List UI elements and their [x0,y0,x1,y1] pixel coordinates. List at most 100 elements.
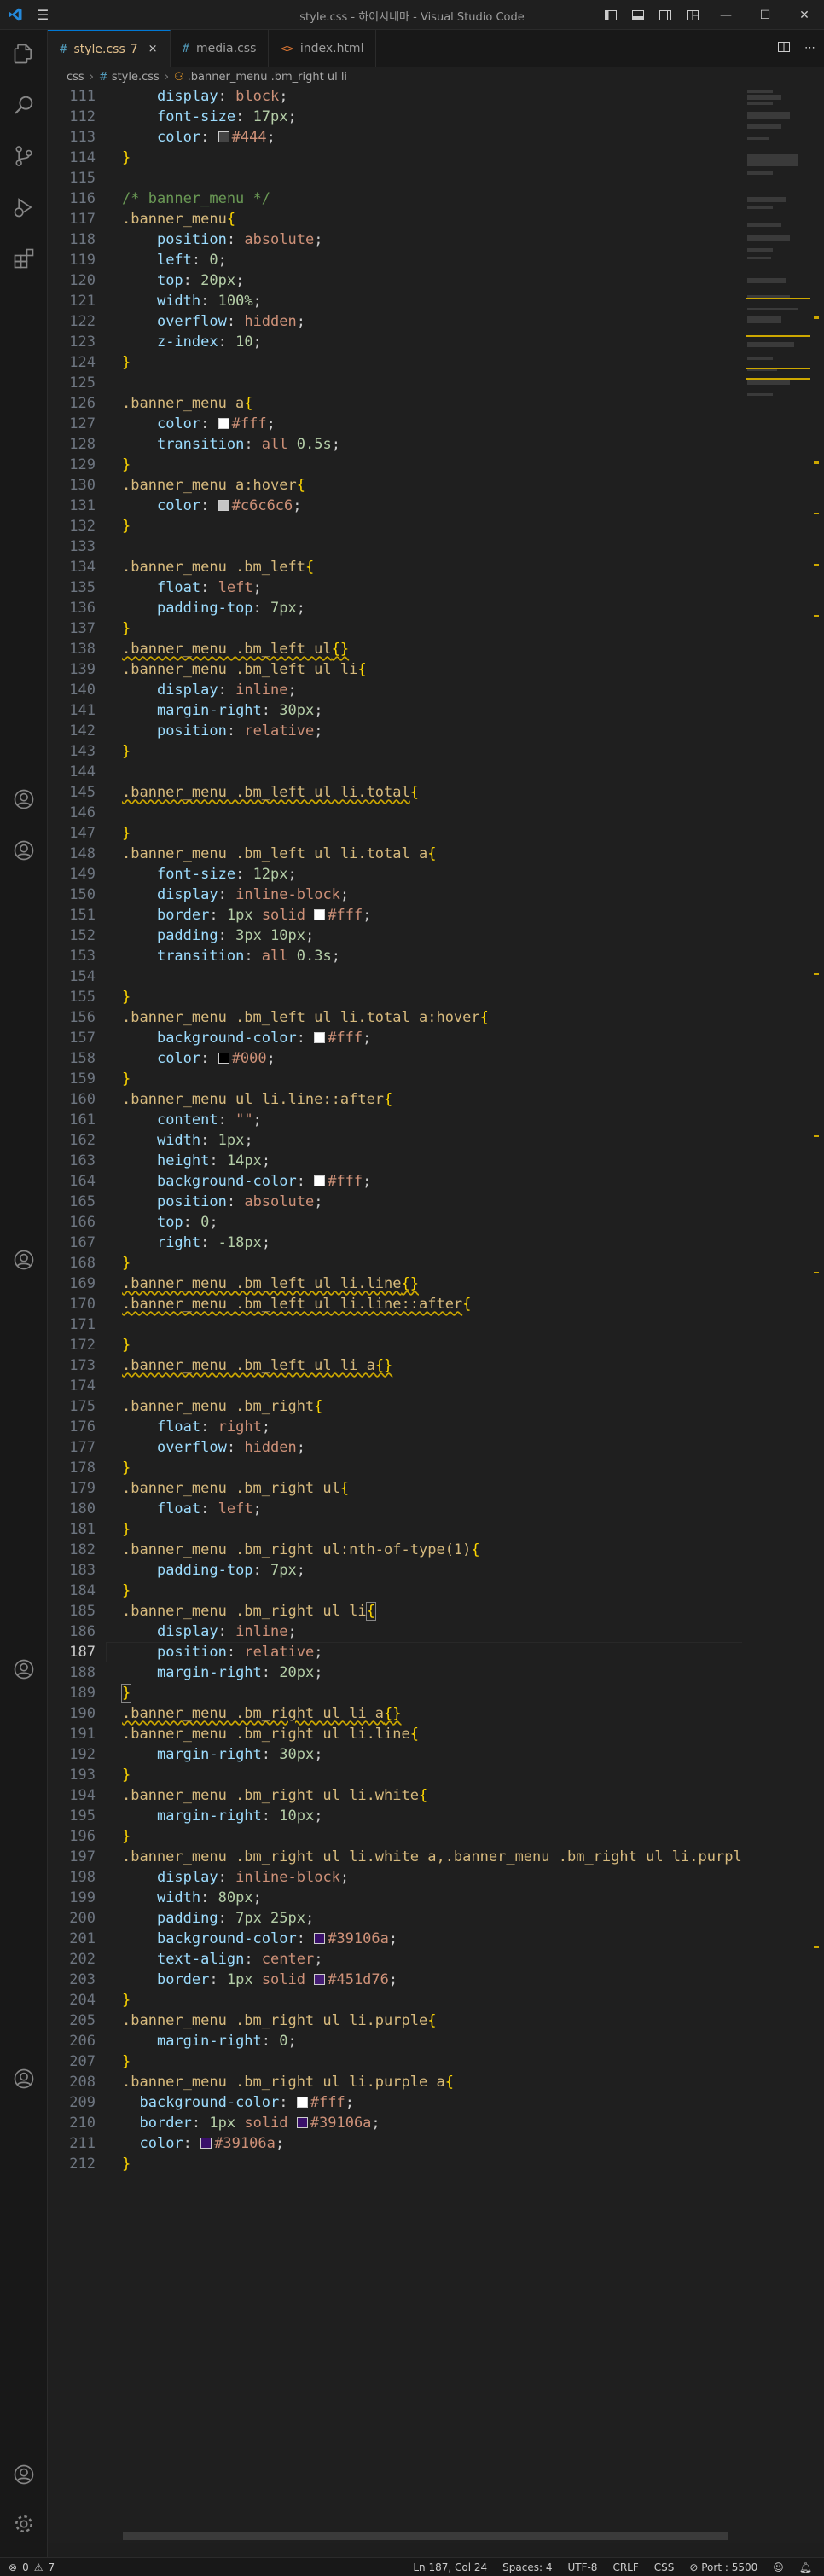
line-code[interactable]: .banner_menu .bm_right ul li.purple{ [122,2010,436,2031]
line-code[interactable]: overflow: hidden; [122,1437,305,1458]
code-line[interactable]: 204} [48,1990,781,2010]
line-code[interactable]: display: inline; [122,1622,297,1642]
code-line[interactable]: 157 background-color: #fff; [48,1028,781,1048]
line-code[interactable]: content: ""; [122,1110,262,1130]
code-line[interactable]: 195 margin-right: 10px; [48,1806,781,1826]
code-line[interactable]: 196} [48,1826,781,1847]
line-code[interactable]: } [122,455,131,475]
end-of-line[interactable]: CRLF [612,2561,638,2573]
code-line[interactable]: 184} [48,1581,781,1601]
code-line[interactable]: 191 .banner_menu .bm_right ul li.line{ [48,1724,781,1744]
line-code[interactable]: position: absolute; [122,1192,323,1212]
line-code[interactable]: } [122,516,131,537]
warning-icon[interactable]: ⚠ [34,2561,44,2573]
code-line[interactable]: 169 .banner_menu .bm_left ul li.line{} [48,1273,781,1294]
line-code[interactable]: } [122,1826,131,1847]
line-code[interactable]: display: inline-block; [122,1867,349,1888]
code-line[interactable]: 123 z-index: 10; [48,332,781,352]
minimize-icon[interactable]: — [706,0,746,30]
line-code[interactable]: border: 1px solid #39106a; [122,2113,380,2133]
code-line[interactable]: 212} [48,2154,781,2174]
code-line[interactable]: 205 .banner_menu .bm_right ul li.purple{ [48,2010,781,2031]
code-line[interactable]: 117 .banner_menu{ [48,209,781,229]
line-code[interactable]: text-align: center; [122,1949,323,1970]
line-code[interactable]: .banner_menu .bm_right ul li.line{ [122,1724,419,1744]
minimap[interactable] [742,86,814,2543]
line-code[interactable]: .banner_menu .bm_right ul li{ [122,1601,376,1622]
code-line[interactable]: 147} [48,823,781,844]
line-code[interactable]: } [120,1683,132,1703]
code-line[interactable]: 113 color: #444; [48,127,781,148]
line-code[interactable]: } [122,1519,131,1540]
line-code[interactable]: padding: 7px 25px; [122,1908,314,1929]
line-code[interactable]: /* banner_menu */ [122,189,270,209]
warning-count[interactable]: 7 [48,2561,55,2573]
horizontal-scrollbar[interactable] [123,2532,728,2540]
code-line[interactable]: 125 [48,373,781,393]
line-code[interactable]: } [122,618,131,639]
line-code[interactable]: } [122,1335,131,1355]
code-line[interactable]: 132} [48,516,781,537]
line-code[interactable]: width: 100%; [122,291,262,311]
feedback-icon[interactable]: ☺ [773,2561,784,2573]
code-line[interactable]: 153 transition: all 0.3s; [48,946,781,966]
code-line[interactable]: 190 .banner_menu .bm_right ul li a{} [48,1703,781,1724]
line-code[interactable]: } [122,987,131,1007]
line-code[interactable]: } [122,741,131,762]
code-line[interactable]: 151 border: 1px solid #fff; [48,905,781,925]
code-line[interactable]: 146 [48,803,781,823]
code-line[interactable]: 199 width: 80px; [48,1888,781,1908]
code-line[interactable]: 116 /* banner_menu */ [48,189,781,209]
code-line[interactable]: 140 display: inline; [48,680,781,700]
line-code[interactable]: background-color: #fff; [122,1171,371,1192]
breadcrumb-file[interactable]: style.css [112,71,160,84]
line-code[interactable]: .banner_menu .bm_left ul li.total a{ [122,844,436,864]
close-window-icon[interactable]: ✕ [785,0,824,30]
code-line[interactable]: 174 [48,1376,781,1396]
toggle-secondary-sidebar-icon[interactable] [652,0,679,30]
code-line[interactable]: 128 transition: all 0.5s; [48,434,781,455]
close-tab-icon[interactable]: × [148,43,158,55]
code-line[interactable]: 207} [48,2051,781,2072]
code-line[interactable]: 201 background-color: #39106a; [48,1929,781,1949]
code-line[interactable]: 139 .banner_menu .bm_left ul li{ [48,659,781,680]
line-code[interactable]: margin-right: 30px; [122,1744,323,1765]
code-line[interactable]: 141 margin-right: 30px; [48,700,781,721]
code-line[interactable]: 145 .banner_menu .bm_left ul li.total{ [48,782,781,803]
line-code[interactable]: } [122,823,131,844]
code-line[interactable]: 143} [48,741,781,762]
error-count[interactable]: 0 [22,2561,29,2573]
code-line[interactable]: 131 color: #c6c6c6; [48,496,781,516]
line-code[interactable]: } [122,2154,131,2174]
more-actions-icon[interactable]: ⋯ [804,42,815,55]
code-line[interactable]: 154 [48,966,781,987]
line-code[interactable]: color: #444; [122,127,276,148]
code-line[interactable]: 189} [48,1683,781,1703]
code-line[interactable]: 198 display: inline-block; [48,1867,781,1888]
line-code[interactable]: overflow: hidden; [122,311,305,332]
code-line[interactable]: 176 float: right; [48,1417,781,1437]
code-line[interactable]: 211 color: #39106a; [48,2133,781,2154]
line-code[interactable]: .banner_menu{ [122,209,235,229]
code-line[interactable]: 175 .banner_menu .bm_right{ [48,1396,781,1417]
live-server-port[interactable]: ⊘ Port : 5500 [689,2561,757,2573]
code-line[interactable]: 156 .banner_menu .bm_left ul li.total a:h… [48,1007,781,1028]
code-line[interactable]: 118 position: absolute; [48,229,781,250]
line-code[interactable]: .banner_menu .bm_left ul li.line{} [122,1273,419,1294]
line-code[interactable]: right: -18px; [122,1233,270,1253]
code-line[interactable]: 192 margin-right: 30px; [48,1744,781,1765]
code-line[interactable]: 114} [48,148,781,168]
line-code[interactable]: .banner_menu .bm_left ul li.total{ [122,782,419,803]
line-code[interactable]: .banner_menu .bm_left ul li{ [122,659,367,680]
code-line[interactable]: 148 .banner_menu .bm_left ul li.total a{ [48,844,781,864]
code-line[interactable]: 170 .banner_menu .bm_left ul li.line::aft… [48,1294,781,1314]
tab-index-html[interactable]: <> index.html [269,30,377,67]
line-code[interactable]: } [122,148,131,168]
code-line[interactable]: 200 padding: 7px 25px; [48,1908,781,1929]
code-line[interactable]: 136 padding-top: 7px; [48,598,781,618]
line-code[interactable]: width: 80px; [122,1888,262,1908]
code-editor[interactable]: 111 display: block; 112 font-size: 17px; 1… [48,86,824,2543]
code-line[interactable]: 120 top: 20px; [48,270,781,291]
line-code[interactable]: color: #000; [122,1048,276,1069]
code-line[interactable]: 172} [48,1335,781,1355]
